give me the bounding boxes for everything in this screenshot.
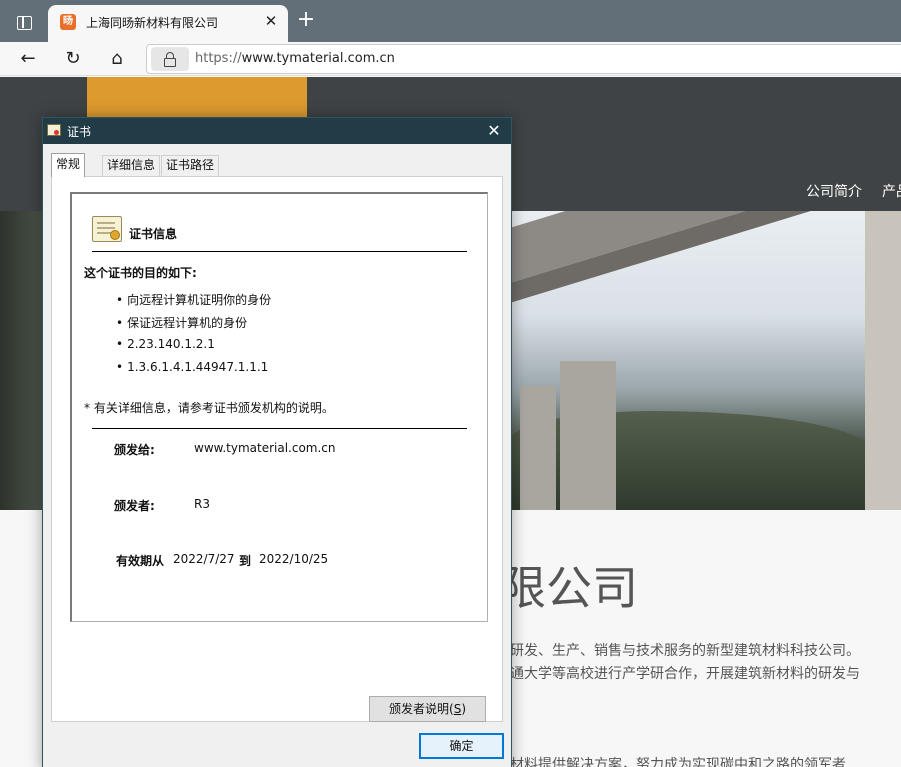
purpose-item: 1.3.6.1.4.1.44947.1.1.1 bbox=[116, 360, 268, 374]
address-bar[interactable]: https://www.tymaterial.com.cn bbox=[146, 44, 901, 74]
tab-title: 上海同旸新材料有限公司 bbox=[86, 16, 219, 30]
browser-tab[interactable]: 旸 上海同旸新材料有限公司 ✕ bbox=[48, 5, 288, 42]
nav-link-products[interactable]: 产品 bbox=[882, 181, 901, 201]
company-intro-line: 研发、生产、销售与技术服务的新型建筑材料科技公司。 bbox=[510, 643, 860, 659]
valid-from-value: 2022/7/27 bbox=[173, 552, 235, 566]
tab-cert-path[interactable]: 证书路径 bbox=[161, 155, 220, 176]
cert-info-title: 证书信息 bbox=[129, 227, 178, 241]
browser-toolbar: ← ↻ ⌂ https://www.tymaterial.com.cn bbox=[0, 42, 901, 76]
divider bbox=[92, 251, 467, 252]
lock-icon[interactable] bbox=[151, 47, 189, 71]
site-logo[interactable] bbox=[87, 77, 307, 119]
certificate-dialog: 证书 ✕ 常规 详细信息 证书路径 证书信息 这个证书的目的如下: 向远程计算机… bbox=[42, 117, 512, 767]
tab-close-icon[interactable]: ✕ bbox=[262, 12, 280, 30]
tab-actions-icon[interactable] bbox=[10, 9, 38, 35]
company-intro-line: 通大学等高校进行产学研合作，开展建筑新材料的研发与 bbox=[510, 666, 860, 682]
issued-to-label: 颁发给: bbox=[114, 443, 155, 457]
browser-tab-bar: 旸 上海同旸新材料有限公司 ✕ + bbox=[0, 0, 901, 42]
purpose-heading: 这个证书的目的如下: bbox=[84, 266, 197, 280]
general-tab-panel: 证书信息 这个证书的目的如下: 向远程计算机证明你的身份 保证远程计算机的身份 … bbox=[51, 176, 503, 722]
valid-from-label: 有效期从 bbox=[116, 554, 165, 568]
certificate-icon bbox=[92, 216, 122, 242]
nav-link-about[interactable]: 公司简介 bbox=[806, 181, 862, 201]
company-title: 限公司 bbox=[500, 561, 638, 615]
issued-by-label: 颁发者: bbox=[114, 499, 155, 513]
close-icon[interactable]: ✕ bbox=[483, 120, 505, 142]
dialog-titlebar[interactable]: 证书 ✕ bbox=[43, 118, 511, 144]
home-icon[interactable]: ⌂ bbox=[103, 45, 131, 73]
purpose-item: 2.23.140.1.2.1 bbox=[116, 337, 215, 351]
company-intro-line: 材料提供解决方案，努力成为实现碳中和之路的领军者 bbox=[510, 757, 846, 767]
issued-by-value: R3 bbox=[194, 497, 210, 511]
valid-to-value: 2022/10/25 bbox=[259, 552, 329, 566]
valid-to-label: 到 bbox=[239, 554, 252, 568]
issuer-statement-button[interactable]: 颁发者说明(S) bbox=[369, 696, 486, 722]
refresh-icon[interactable]: ↻ bbox=[59, 45, 87, 73]
footnote: * 有关详细信息，请参考证书颁发机构的说明。 bbox=[84, 401, 334, 415]
tab-details[interactable]: 详细信息 bbox=[102, 155, 161, 176]
certificate-icon bbox=[47, 124, 61, 136]
favicon-icon: 旸 bbox=[60, 14, 76, 30]
back-arrow-icon[interactable]: ← bbox=[14, 45, 42, 73]
new-tab-icon[interactable]: + bbox=[294, 8, 318, 32]
issued-to-value: www.tymaterial.com.cn bbox=[194, 441, 336, 455]
purpose-item: 向远程计算机证明你的身份 bbox=[116, 291, 271, 308]
tab-general[interactable]: 常规 bbox=[51, 153, 86, 177]
cert-info-box: 证书信息 这个证书的目的如下: 向远程计算机证明你的身份 保证远程计算机的身份 … bbox=[70, 192, 488, 622]
ok-button[interactable]: 确定 bbox=[419, 733, 504, 759]
dialog-title: 证书 bbox=[67, 125, 92, 139]
divider bbox=[92, 428, 467, 429]
purpose-item: 保证远程计算机的身份 bbox=[116, 314, 247, 331]
url-text[interactable]: https://www.tymaterial.com.cn bbox=[195, 51, 395, 66]
